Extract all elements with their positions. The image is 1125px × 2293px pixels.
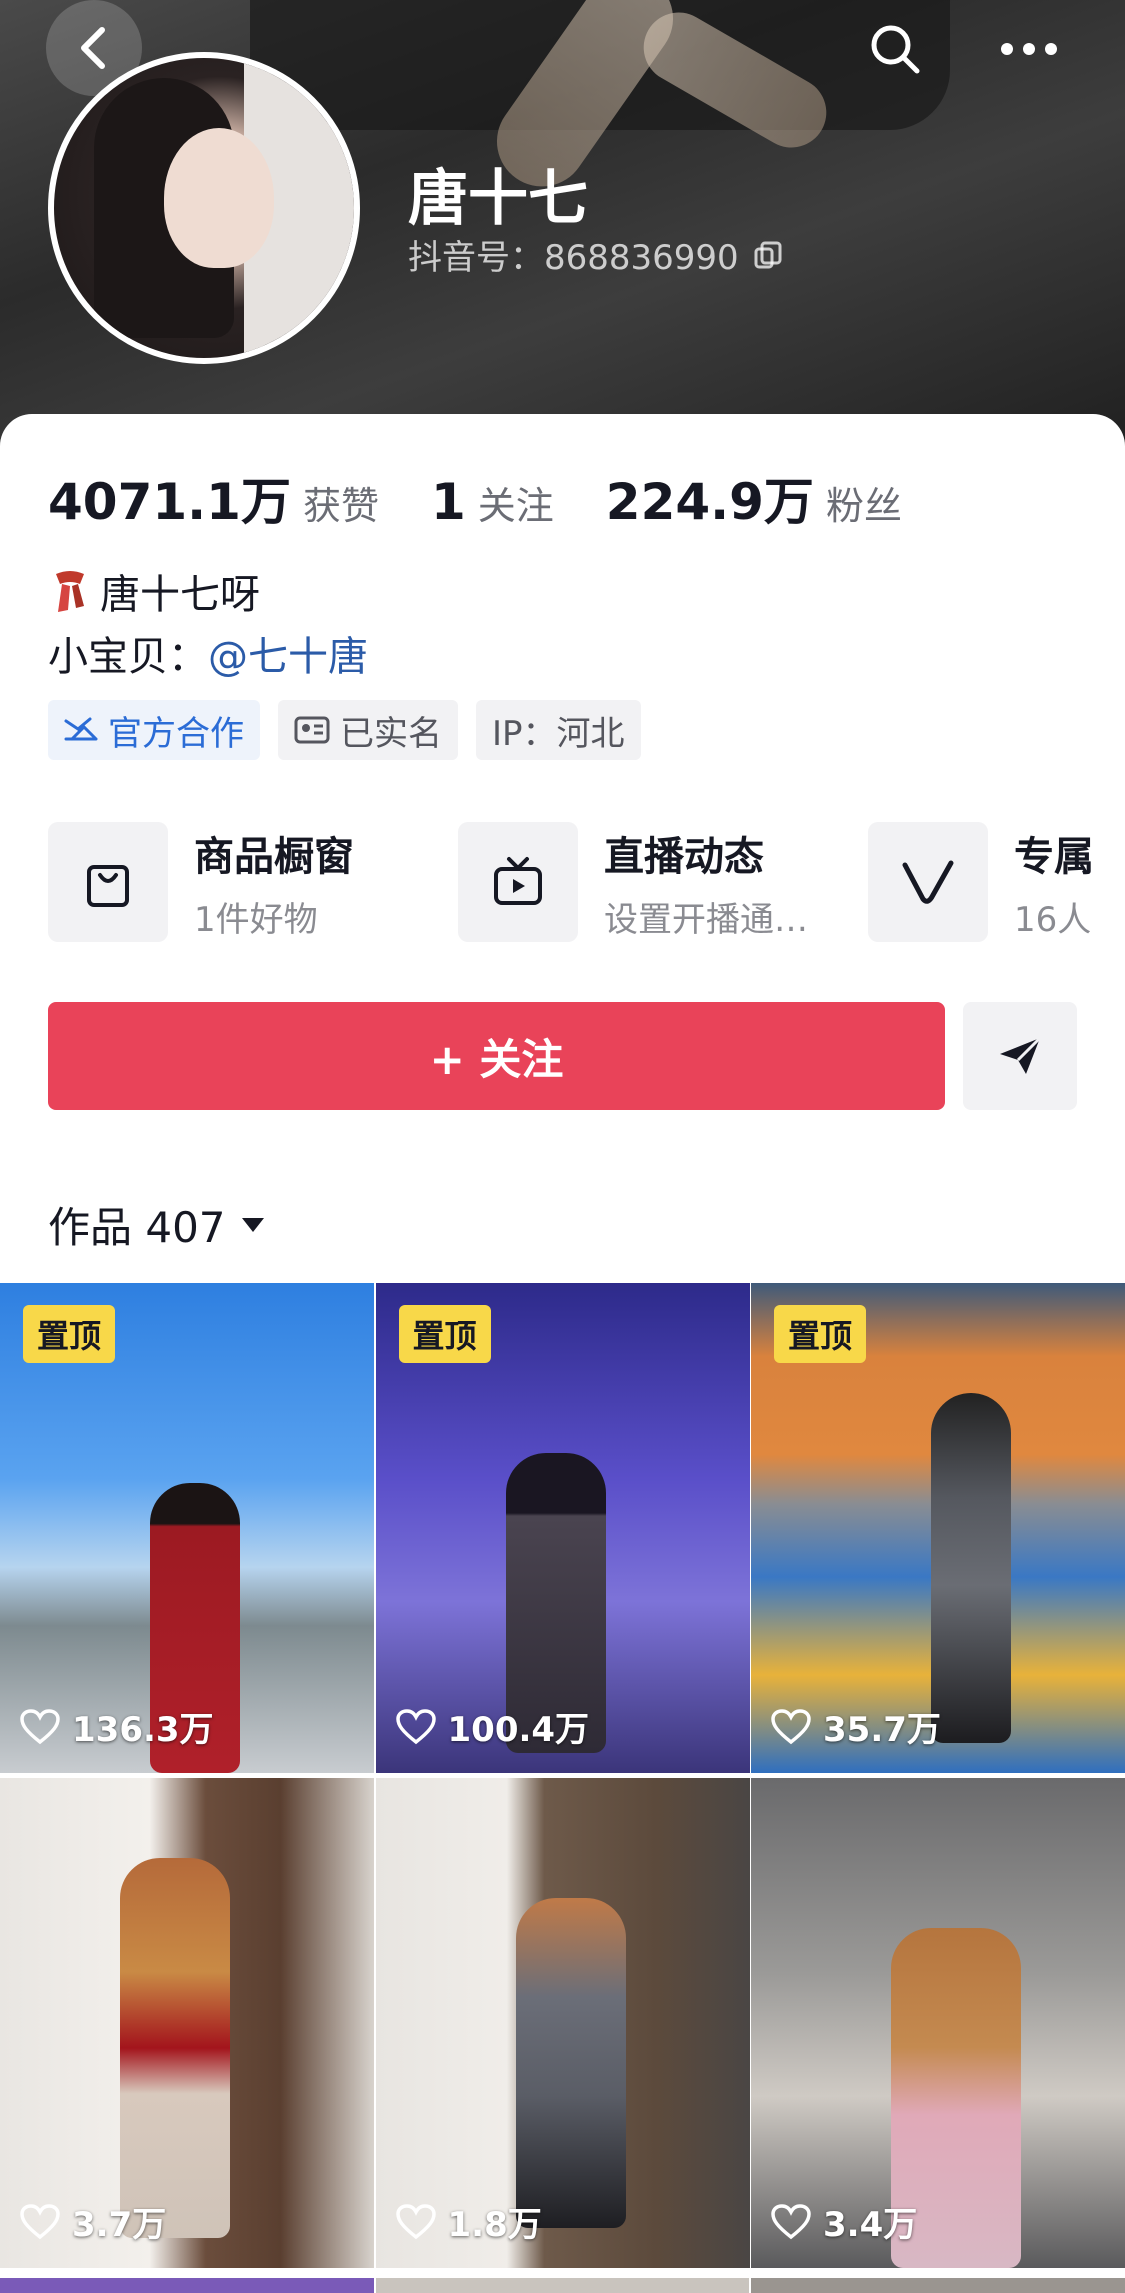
search-button[interactable] [860, 14, 930, 84]
heart-icon [20, 2203, 60, 2239]
feature-exclusive[interactable]: 专属 16人 [868, 820, 1125, 944]
feature-title: 专属 [1014, 833, 1094, 880]
heart-icon [395, 2203, 436, 2239]
works-title: 作品 407 [48, 1203, 226, 1252]
verified-tag-label: 已实名 [340, 713, 442, 754]
video-likes: 3.4万 [771, 2197, 917, 2246]
chevron-left-icon [81, 27, 105, 69]
stats-row: 4071.1万 获赞 1 关注 224.9万 粉丝 [48, 462, 954, 534]
send-message-button[interactable] [963, 1002, 1077, 1110]
video-thumbnail[interactable]: 置顶 35.7万 [751, 1283, 1125, 1773]
video-thumbnail[interactable]: 置顶 100.4万 [375, 1283, 750, 1773]
feature-subtitle: 1件好物 [194, 899, 318, 940]
pinned-badge: 置顶 [774, 1305, 867, 1363]
heart-icon [771, 1708, 811, 1744]
feature-live[interactable]: 直播动态 设置开播通… [458, 820, 868, 944]
caret-down-icon [241, 1217, 264, 1232]
video-like-count: 1.8万 [447, 2205, 542, 2245]
following-count[interactable]: 1 [431, 473, 466, 531]
profile-tags: 官方合作 已实名 IP：河北 [48, 700, 641, 760]
feature-subtitle: 设置开播通… [604, 899, 808, 940]
feature-title: 商品橱窗 [194, 833, 354, 880]
video-likes: 3.7万 [20, 2197, 166, 2246]
works-tab[interactable]: 作品 407 [48, 1194, 266, 1255]
feature-title: 直播动态 [604, 833, 764, 880]
heart-icon [395, 1708, 436, 1744]
likes-count: 4071.1万 [48, 473, 291, 531]
feature-shop-window[interactable]: 商品橱窗 1件好物 [48, 820, 458, 944]
video-grid: 置顶 136.3万 置顶 100.4万 置顶 35.7万 3.7万 1.8万 3… [0, 1283, 1125, 2268]
bio-line-2: 小宝贝：@七十唐 [48, 624, 368, 682]
video-like-count: 3.4万 [823, 2205, 918, 2245]
next-row-peek [0, 2278, 1125, 2293]
bio-line-1: 唐十七呀 [48, 562, 260, 620]
verified-tag[interactable]: 已实名 [278, 700, 458, 760]
paper-plane-icon [1000, 1036, 1042, 1074]
ip-tag: IP：河北 [476, 700, 641, 760]
video-thumbnail[interactable]: 3.7万 [0, 1778, 374, 2268]
video-likes: 1.8万 [395, 2197, 542, 2246]
pinned-badge: 置顶 [398, 1305, 491, 1363]
following-label[interactable]: 关注 [478, 475, 554, 530]
follow-button[interactable]: + 关注 [48, 1002, 945, 1110]
cooperation-icon [64, 717, 98, 741]
video-like-count: 136.3万 [72, 1710, 214, 1750]
video-thumbnail[interactable]: 3.4万 [751, 1778, 1125, 2268]
video-likes: 100.4万 [395, 1702, 590, 1751]
video-like-count: 35.7万 [823, 1710, 941, 1750]
profile-nickname: 唐十七 [408, 164, 588, 234]
mention-link[interactable]: @七十唐 [208, 634, 368, 680]
bio-text-2: 小宝贝： [48, 634, 208, 680]
bio-text-1: 唐十七呀 [100, 572, 260, 618]
likes-label: 获赞 [302, 484, 379, 528]
pinned-badge: 置顶 [23, 1305, 116, 1363]
feature-subtitle: 16人 [1014, 899, 1092, 940]
tv-icon [458, 822, 578, 942]
video-like-count: 3.7万 [72, 2205, 167, 2245]
feature-entries: 商品橱窗 1件好物 直播动态 设置开播通… 专属 16人 [48, 820, 1125, 944]
official-cooperation-tag[interactable]: 官方合作 [48, 700, 260, 760]
ip-tag-label: IP：河北 [492, 713, 625, 754]
scarf-icon [56, 571, 84, 612]
followers-count[interactable]: 224.9万 [606, 462, 814, 534]
heart-icon [20, 1708, 60, 1744]
video-thumbnail[interactable]: 1.8万 [375, 1778, 750, 2268]
more-button[interactable] [994, 14, 1064, 84]
official-tag-label: 官方合作 [108, 713, 244, 754]
shopping-bag-icon [48, 822, 168, 942]
avatar[interactable] [48, 52, 360, 364]
copy-icon [754, 241, 782, 268]
douyin-id[interactable]: 抖音号：868836990 [408, 230, 783, 279]
video-likes: 136.3万 [20, 1702, 214, 1751]
video-thumbnail[interactable]: 置顶 136.3万 [0, 1283, 374, 1773]
follow-button-label: + 关注 [429, 1034, 564, 1084]
video-likes: 35.7万 [771, 1702, 941, 1751]
profile-banner: 唐十七 抖音号：868836990 [0, 0, 1125, 460]
v-icon [868, 822, 988, 942]
id-card-icon [294, 716, 330, 744]
video-like-count: 100.4万 [447, 1710, 590, 1750]
search-icon [871, 25, 920, 74]
douyin-id-text: 抖音号：868836990 [408, 238, 739, 278]
more-icon [1001, 43, 1057, 55]
heart-icon [771, 2203, 811, 2239]
followers-label[interactable]: 粉丝 [826, 475, 902, 530]
